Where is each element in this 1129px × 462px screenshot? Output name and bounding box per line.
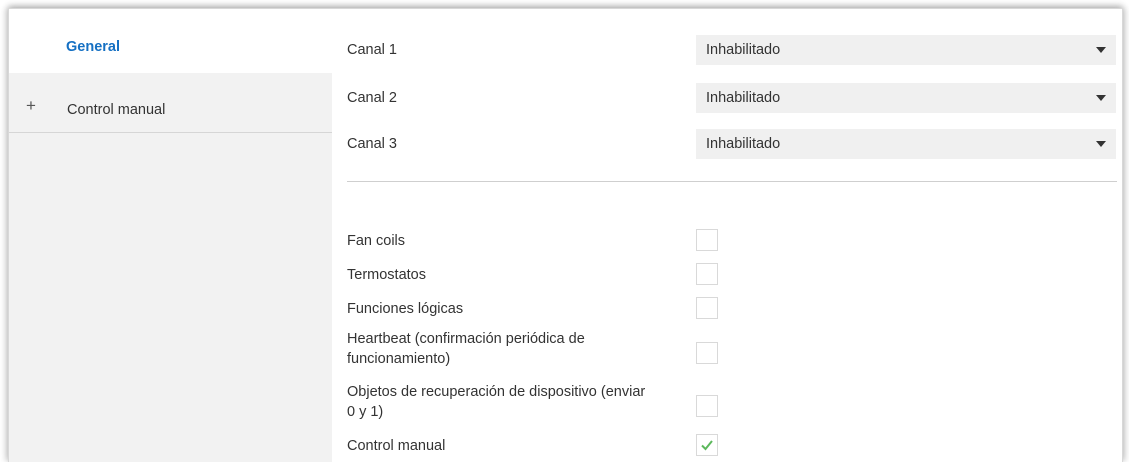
heartbeat-label-line2: funcionamiento)	[347, 351, 451, 367]
funciones-logicas-checkbox[interactable]	[696, 297, 718, 319]
chevron-down-icon	[1096, 141, 1106, 147]
control-manual-checkbox[interactable]	[696, 434, 718, 456]
channel-3-label: Canal 3	[347, 136, 397, 152]
sidebar-item-control-manual[interactable]: + Control manual	[9, 83, 332, 133]
sidebar-item-general[interactable]: General	[9, 9, 332, 74]
section-divider	[347, 181, 1117, 182]
parameters-panel: Canal 1 Inhabilitado Canal 2 Inhabilitad…	[332, 9, 1122, 462]
plus-icon[interactable]: +	[26, 96, 36, 116]
sidebar-spacer	[9, 73, 332, 83]
channel-2-select[interactable]: Inhabilitado	[696, 83, 1116, 113]
select-value: Inhabilitado	[706, 42, 781, 58]
recovery-objects-label-line1: Objetos de recuperación de dispositivo (…	[347, 384, 646, 400]
sidebar-item-label: Control manual	[67, 102, 166, 118]
control-manual-label: Control manual	[347, 438, 446, 454]
sidebar-item-label: General	[66, 39, 120, 55]
select-value: Inhabilitado	[706, 90, 781, 106]
sidebar: General + Control manual	[9, 9, 332, 462]
heartbeat-checkbox[interactable]	[696, 342, 718, 364]
recovery-objects-label-line2: 0 y 1)	[347, 404, 384, 420]
recovery-objects-label: Objetos de recuperación de dispositivo (…	[347, 382, 645, 422]
checkmark-icon	[701, 440, 713, 451]
heartbeat-label: Heartbeat (confirmación periódica de fun…	[347, 329, 585, 369]
heartbeat-label-line1: Heartbeat (confirmación periódica de	[347, 331, 585, 347]
parameters-window: General + Control manual Canal 1 Inhabil…	[8, 8, 1123, 462]
chevron-down-icon	[1096, 47, 1106, 53]
channel-3-select[interactable]: Inhabilitado	[696, 129, 1116, 159]
select-value: Inhabilitado	[706, 136, 781, 152]
recovery-objects-checkbox[interactable]	[696, 395, 718, 417]
fan-coils-checkbox[interactable]	[696, 229, 718, 251]
fan-coils-label: Fan coils	[347, 233, 406, 249]
termostatos-checkbox[interactable]	[696, 263, 718, 285]
channel-2-label: Canal 2	[347, 90, 397, 106]
channel-1-label: Canal 1	[347, 42, 397, 58]
termostatos-label: Termostatos	[347, 267, 426, 283]
chevron-down-icon	[1096, 95, 1106, 101]
channel-1-select[interactable]: Inhabilitado	[696, 35, 1116, 65]
funciones-logicas-label: Funciones lógicas	[347, 301, 464, 317]
